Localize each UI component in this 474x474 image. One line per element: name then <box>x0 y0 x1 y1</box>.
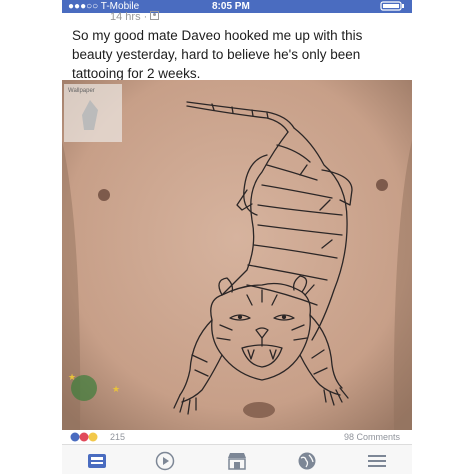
post-text: So my good mate Daveo hooked me up with … <box>72 28 363 81</box>
facebook-post-screenshot: ●●●○○ T-Mobile 8:05 PM 14 hrs · So my go… <box>62 0 412 474</box>
svg-text:★: ★ <box>68 372 76 382</box>
bottom-tab-bar <box>62 444 412 474</box>
post-photo[interactable]: Wallpaper ★ ★ <box>62 80 412 430</box>
video-icon[interactable] <box>152 451 178 471</box>
svg-text:★: ★ <box>112 384 120 394</box>
globe-icon[interactable] <box>294 451 320 471</box>
reaction-icons <box>70 432 106 444</box>
clock: 8:05 PM <box>212 1 250 12</box>
right-nipple <box>376 179 388 191</box>
reaction-count: 215 <box>110 432 126 442</box>
news-feed-icon[interactable] <box>84 451 110 471</box>
svg-text:Wallpaper: Wallpaper <box>68 88 95 94</box>
battery-icon <box>380 1 406 14</box>
comment-count[interactable]: 98 Comments <box>344 432 400 442</box>
friends-icon <box>150 11 160 23</box>
menu-icon[interactable] <box>364 451 390 471</box>
left-nipple <box>98 189 110 201</box>
post-timestamp: 14 hrs · <box>110 11 160 23</box>
marketplace-icon[interactable] <box>224 451 250 471</box>
reactions-bar[interactable]: 215 98 Comments <box>62 432 412 444</box>
watermark-logo: Wallpaper <box>64 84 122 142</box>
